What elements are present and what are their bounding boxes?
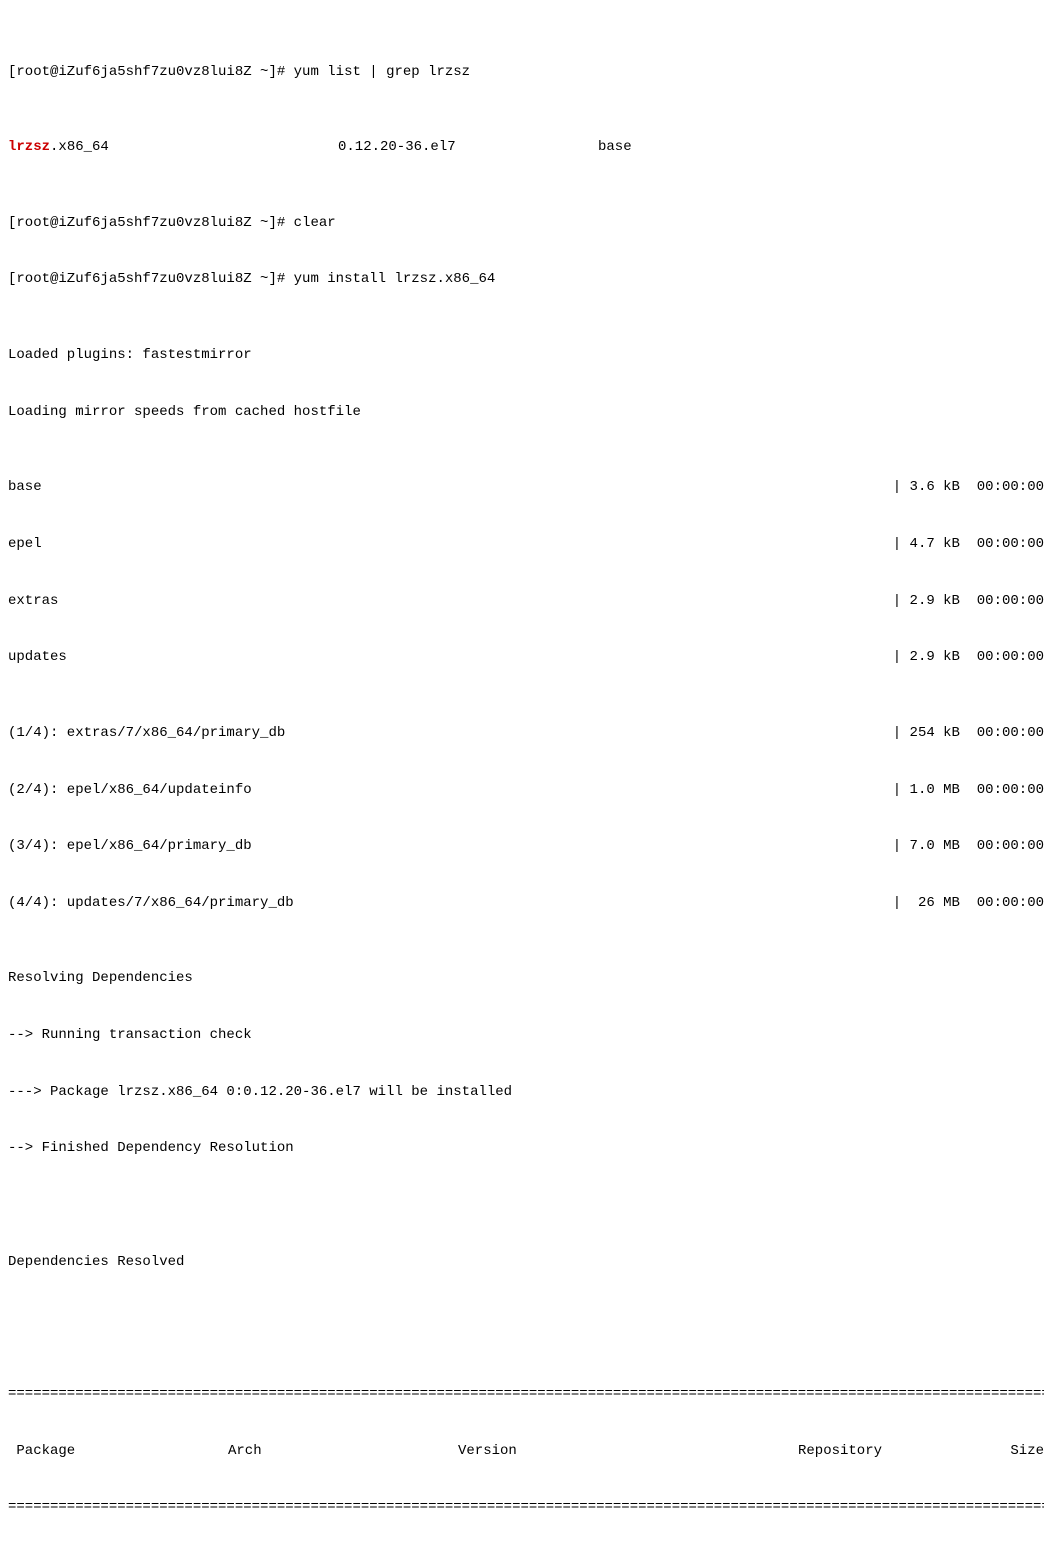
cmd-line-2: [root@iZuf6ja5shf7zu0vz8lui8Z ~]# clear (8, 214, 1044, 233)
repo-row: base| 3.6 kB 00:00:00 (8, 478, 1044, 497)
grep-version: 0.12.20-36.el7 (338, 138, 598, 157)
cmd3-text: yum install lrzsz.x86_64 (294, 271, 496, 287)
cmd-line-3: [root@iZuf6ja5shf7zu0vz8lui8Z ~]# yum in… (8, 270, 1044, 289)
finished-dep: --> Finished Dependency Resolution (8, 1139, 1044, 1158)
loading-mirror: Loading mirror speeds from cached hostfi… (8, 403, 1044, 422)
grep-result-row: lrzsz.x86_64 0.12.20-36.el7 base (8, 138, 1044, 157)
download-row: (2/4): epel/x86_64/updateinfo| 1.0 MB 00… (8, 781, 1044, 800)
grep-highlight: lrzsz (8, 139, 50, 155)
cmd1-text: yum list | grep lrzsz (294, 64, 470, 80)
separator: ========================================… (8, 1385, 1044, 1404)
terminal-output[interactable]: [root@iZuf6ja5shf7zu0vz8lui8Z ~]# yum li… (0, 0, 1052, 1564)
download-row: (4/4): updates/7/x86_64/primary_db| 26 M… (8, 894, 1044, 913)
repo-row: updates| 2.9 kB 00:00:00 (8, 648, 1044, 667)
cmd-line-1: [root@iZuf6ja5shf7zu0vz8lui8Z ~]# yum li… (8, 63, 1044, 82)
repo-row: epel| 4.7 kB 00:00:00 (8, 535, 1044, 554)
cmd2-text: clear (294, 215, 336, 231)
pkg-install-line: ---> Package lrzsz.x86_64 0:0.12.20-36.e… (8, 1083, 1044, 1102)
download-row: (3/4): epel/x86_64/primary_db| 7.0 MB 00… (8, 837, 1044, 856)
deps-resolved: Dependencies Resolved (8, 1253, 1044, 1272)
trans-check: --> Running transaction check (8, 1026, 1044, 1045)
grep-repo: base (598, 138, 1044, 157)
download-row: (1/4): extras/7/x86_64/primary_db| 254 k… (8, 724, 1044, 743)
repo-row: extras| 2.9 kB 00:00:00 (8, 592, 1044, 611)
loaded-plugins: Loaded plugins: fastestmirror (8, 346, 1044, 365)
blank-line (8, 1309, 1044, 1328)
blank-line (8, 1196, 1044, 1215)
separator: ========================================… (8, 1498, 1044, 1517)
resolving-deps: Resolving Dependencies (8, 969, 1044, 988)
table-header: Package Arch Version Repository Size (8, 1442, 1044, 1461)
